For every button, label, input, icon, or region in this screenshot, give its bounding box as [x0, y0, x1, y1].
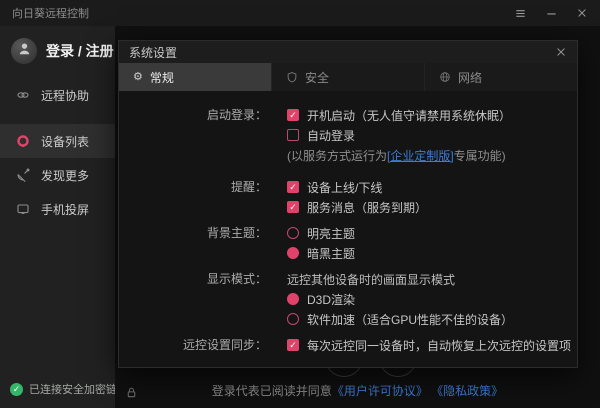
dialog-close-icon[interactable]	[555, 46, 567, 58]
sidebar-nav: 远程协助设备列表发现更多手机投屏	[0, 78, 115, 226]
radio-unchecked[interactable]	[287, 227, 299, 239]
checkbox-option-row[interactable]: ✓ 设备上线/下线	[287, 177, 427, 197]
dialog-body: 启动登录： ✓ 开机启动（无人值守请禁用系统休眠） 自动登录 (以服务方式运行为 [企业定…	[119, 91, 577, 367]
radio-checked[interactable]	[287, 247, 299, 259]
phone-cast-icon	[15, 202, 31, 216]
settings-section: 背景主题： 明亮主题暗黑主题	[119, 223, 577, 263]
checkbox-option-row[interactable]: ✓ 服务消息（服务到期）	[287, 197, 427, 217]
option-label: 明亮主题	[307, 226, 356, 241]
option-label: 服务消息（服务到期）	[307, 200, 428, 215]
option-label: 每次远控同一设备时，自动恢复上次远控的设置项	[307, 338, 572, 353]
avatar[interactable]	[11, 38, 37, 64]
menu-icon[interactable]	[514, 7, 527, 20]
app-title: 向日葵远程控制	[12, 8, 89, 20]
settings-section: 显示模式： 远控其他设备时的画面显示模式 D3D渲染软件加速（适合GPU性能不佳的设…	[119, 269, 577, 329]
user-license-agreement-link[interactable]: 《用户许可协议》	[332, 384, 428, 398]
gear-icon: ⚙	[133, 70, 143, 83]
tab-label: 网络	[458, 70, 483, 85]
checkbox-option-row[interactable]: 自动登录	[287, 125, 511, 145]
connection-status: ✓ 已连接安全加密链路	[10, 381, 128, 397]
option-label: 软件加速（适合GPU性能不佳的设备）	[307, 312, 514, 327]
tab-general[interactable]: ⚙ 常规	[119, 63, 272, 91]
section-label: 背景主题：	[206, 226, 267, 240]
minimize-icon[interactable]	[545, 7, 558, 20]
window-controls	[514, 7, 588, 20]
tab-label: 常规	[149, 70, 174, 85]
section-label: 提醒：	[230, 180, 267, 194]
option-label: 开机启动（无人值守请禁用系统休眠）	[307, 108, 512, 123]
agreement-text: 登录代表已阅读并同意	[211, 384, 332, 398]
handshake-icon	[15, 88, 31, 102]
radio-option-row[interactable]: 明亮主题	[287, 223, 355, 243]
checkbox-option-row[interactable]: ✓ 开机启动（无人值守请禁用系统休眠）	[287, 105, 511, 125]
note-text: (以服务方式运行为	[287, 148, 387, 163]
enterprise-edition-link[interactable]: [企业定制版]	[387, 147, 454, 164]
tab-network[interactable]: 网络	[425, 63, 577, 91]
checkbox-checked[interactable]: ✓	[287, 109, 299, 121]
checkbox-checked[interactable]: ✓	[287, 201, 299, 213]
section-label: 远控设置同步：	[182, 338, 267, 352]
option-label: 自动登录	[307, 128, 356, 143]
tab-label: 安全	[305, 70, 330, 85]
dialog-title: 系统设置	[129, 45, 178, 60]
shield-check-icon: ✓	[10, 382, 23, 396]
option-label: D3D渲染	[307, 292, 356, 307]
section-label: 启动登录：	[206, 108, 267, 122]
section-label: 显示模式：	[206, 272, 267, 286]
sidebar-item-label: 设备列表	[41, 134, 90, 149]
note-text: 专属功能)	[453, 148, 506, 163]
radio-option-row[interactable]: 软件加速（适合GPU性能不佳的设备）	[287, 309, 513, 329]
close-icon[interactable]	[576, 7, 588, 19]
discover-icon	[15, 168, 31, 182]
dialog-tabs: ⚙ 常规 安全 网络	[119, 63, 577, 91]
sidebar-item-phone-cast[interactable]: 手机投屏	[0, 192, 115, 226]
tab-security[interactable]: 安全	[272, 63, 425, 91]
dialog-header: 系统设置	[119, 41, 577, 63]
sidebar-item-label: 手机投屏	[41, 202, 90, 217]
agreement-footer: 登录代表已阅读并同意《用户许可协议》 《隐私政策》	[115, 382, 600, 399]
connection-status-label: 已连接安全加密链路	[29, 384, 128, 396]
note-row: (以服务方式运行为 [企业定制版] 专属功能)	[287, 145, 511, 165]
radio-option-row[interactable]: D3D渲染	[287, 289, 513, 309]
titlebar: 向日葵远程控制	[0, 0, 600, 26]
checkbox-checked[interactable]: ✓	[287, 339, 299, 351]
sidebar-item-remote-assist[interactable]: 远程协助	[0, 78, 115, 112]
privacy-policy-link[interactable]: 《隐私政策》	[431, 384, 503, 398]
system-settings-dialog: 系统设置 ⚙ 常规 安全 网络 启动登录： ✓ 开机启动（无人值守请禁用系统休眠） 自动登录…	[118, 40, 578, 368]
globe-icon	[439, 71, 451, 83]
settings-section: 提醒： ✓ 设备上线/下线 ✓ 服务消息（服务到期）	[119, 177, 577, 217]
option-label: 设备上线/下线	[307, 180, 383, 195]
device-list-icon	[15, 134, 31, 148]
sidebar-item-label: 远程协助	[41, 88, 90, 103]
sidebar-item-discover-more[interactable]: 发现更多	[0, 158, 115, 192]
checkbox-unchecked[interactable]	[287, 129, 299, 141]
radio-unchecked[interactable]	[287, 313, 299, 325]
description-text: 远控其他设备时的画面显示模式	[287, 272, 456, 287]
login-register-button[interactable]: 登录 / 注册	[0, 26, 115, 70]
login-register-label: 登录 / 注册	[46, 43, 114, 59]
checkbox-checked[interactable]: ✓	[287, 181, 299, 193]
sidebar: 登录 / 注册 远程协助设备列表发现更多手机投屏 ✓ 已连接安全加密链路	[0, 26, 128, 408]
shield-icon	[286, 71, 298, 83]
radio-option-row[interactable]: 暗黑主题	[287, 243, 355, 263]
settings-section: 远控设置同步： ✓ 每次远控同一设备时，自动恢复上次远控的设置项	[119, 335, 577, 355]
option-label: 暗黑主题	[307, 246, 356, 261]
sidebar-item-label: 发现更多	[41, 168, 90, 183]
person-icon	[17, 41, 32, 61]
app-window: 向日葵远程控制 登录 / 注册 远程协助设备列表发现更多手机投屏 ✓ 已连接安全…	[0, 0, 600, 408]
checkbox-option-row[interactable]: ✓ 每次远控同一设备时，自动恢复上次远控的设置项	[287, 335, 571, 355]
radio-checked[interactable]	[287, 293, 299, 305]
settings-section: 启动登录： ✓ 开机启动（无人值守请禁用系统休眠） 自动登录 (以服务方式运行为 [企业定…	[119, 105, 577, 165]
sidebar-item-device-list[interactable]: 设备列表	[0, 124, 115, 158]
